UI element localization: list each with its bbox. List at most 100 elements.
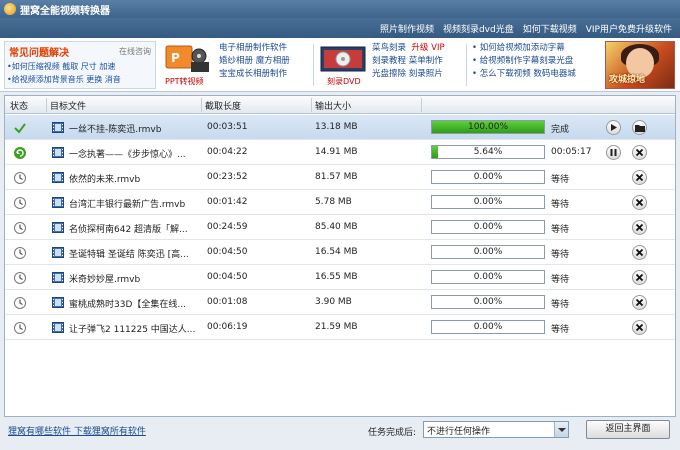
task-progress-bar: 0.00% — [431, 220, 545, 234]
task-progress-bar: 0.00% — [431, 245, 545, 259]
upgrade-vip-link[interactable]: 升级 VIP — [411, 43, 444, 53]
task-state: 等待 — [551, 250, 570, 260]
task-row[interactable]: 米奇妙妙屋.rmvb 00:04:50 16.55 MB 0.00% 等待 — [5, 265, 675, 290]
all-software-link[interactable]: 狸窝有哪些软件 下载狸窝所有软件 — [8, 424, 146, 437]
after-complete-value: 不进行任何操作 — [427, 427, 491, 437]
album-link-baby[interactable]: 宝宝成长相册制作 — [219, 68, 309, 81]
faq-title: 常见问题解决 — [9, 48, 69, 59]
burn-link-erase[interactable]: 光盘擦除 刻录照片 — [372, 68, 462, 81]
task-file-name: 依然的未来.rmvb — [69, 175, 141, 185]
task-file-name: 台湾汇丰银行最新广告.rmvb — [69, 200, 186, 210]
video-file-icon — [52, 172, 64, 183]
header-separator — [201, 98, 202, 112]
menu-download-video[interactable]: 如何下载视频 — [523, 22, 577, 35]
task-file-name: 一念执著——《步步惊心》... — [69, 150, 186, 160]
task-output-size: 21.59 MB — [315, 322, 358, 332]
remove-task-button[interactable] — [632, 295, 647, 310]
menu-photo-video[interactable]: 照片制作视频 — [380, 22, 434, 35]
pause-icon — [609, 148, 618, 157]
game-ad-banner[interactable]: 攻城掠地 — [605, 41, 675, 89]
task-row[interactable]: 圣诞特辑 圣诞结 陈奕迅 [高... 00:04:50 16.54 MB 0.00% 等… — [5, 240, 675, 265]
app-title: 狸窝全能视频转换器 — [20, 5, 110, 17]
howto-link-burn-subtitle[interactable]: • 给视频制作字幕刻录光盘 — [472, 55, 602, 68]
task-row[interactable]: 让子弹飞2 111225 中国达人... 00:06:19 21.59 MB 0.00… — [5, 315, 675, 340]
remove-task-button[interactable] — [632, 145, 647, 160]
task-state: 等待 — [551, 225, 570, 235]
task-file-name: 圣诞特辑 圣诞结 陈奕迅 [高... — [69, 250, 189, 260]
task-progress-bar: 0.00% — [431, 270, 545, 284]
burn-link-tutorial[interactable]: 刻录教程 菜单制作 — [372, 55, 462, 68]
video-file-icon — [52, 297, 64, 308]
header-separator — [421, 98, 422, 112]
album-link-ebook[interactable]: 电子相册制作软件 — [219, 42, 309, 55]
task-row[interactable]: 一丝不挂-陈奕迅.rmvb 00:03:51 13.18 MB 100.00% 完成 — [5, 115, 675, 140]
chevron-down-icon[interactable] — [554, 422, 568, 437]
waiting-clock-icon — [13, 246, 27, 260]
play-button[interactable] — [606, 120, 621, 135]
top-menu: 照片制作视频 视频刻录dvd光盘 如何下载视频 VIP用户免费升级软件 — [0, 18, 680, 38]
task-state: 完成 — [551, 125, 570, 135]
burn-link-beginner[interactable]: 菜鸟刻录 — [372, 43, 406, 53]
waiting-clock-icon — [13, 321, 27, 335]
task-row[interactable]: 依然的未来.rmvb 00:23:52 81.57 MB 0.00% 等待 — [5, 165, 675, 190]
faq-link-compress[interactable]: •如何压缩视频 截取 尺寸 加速 — [7, 61, 157, 72]
video-file-icon — [52, 122, 64, 133]
task-progress-bar: 0.00% — [431, 170, 545, 184]
remove-task-button[interactable] — [632, 195, 647, 210]
after-complete-select[interactable]: 不进行任何操作 — [423, 421, 569, 438]
menu-vip-upgrade[interactable]: VIP用户免费升级软件 — [586, 22, 672, 35]
task-file-name: 让子弹飞2 111225 中国达人... — [69, 325, 196, 335]
burn-links: 菜鸟刻录 升级 VIP 刻录教程 菜单制作 光盘擦除 刻录照片 — [372, 42, 462, 81]
svg-text:P: P — [171, 51, 180, 65]
header-length[interactable]: 截取长度 — [205, 99, 241, 112]
open-folder-button[interactable] — [632, 120, 647, 135]
waiting-clock-icon — [13, 296, 27, 310]
task-clip-length: 00:23:52 — [207, 172, 248, 182]
faq-link-music[interactable]: •给视频添加背景音乐 更换 消音 — [7, 74, 157, 85]
close-icon — [635, 273, 644, 282]
video-file-icon — [52, 147, 64, 158]
faq-panel: 常见问题解决 在线咨询 •如何压缩视频 截取 尺寸 加速 •给视频添加背景音乐 … — [4, 41, 156, 89]
remove-task-button[interactable] — [632, 170, 647, 185]
album-link-wedding[interactable]: 婚纱相册 魔方相册 — [219, 55, 309, 68]
header-status[interactable]: 状态 — [10, 99, 28, 112]
task-row[interactable]: 台湾汇丰银行最新广告.rmvb 00:01:42 5.78 MB 0.00% 等待 — [5, 190, 675, 215]
task-progress-bar: 0.00% — [431, 195, 545, 209]
task-row[interactable]: 一念执著——《步步惊心》... 00:04:22 14.91 MB 5.64% 00:0… — [5, 140, 675, 165]
task-remaining-time: 00:05:17 — [551, 147, 592, 157]
header-size[interactable]: 输出大小 — [315, 99, 351, 112]
done-check-icon — [13, 121, 27, 135]
banner-divider — [313, 44, 314, 86]
folder-icon — [634, 123, 645, 132]
menu-burn-dvd[interactable]: 视频刻录dvd光盘 — [443, 22, 514, 35]
waiting-clock-icon — [13, 171, 27, 185]
progress-percent: 0.00% — [473, 272, 503, 282]
burn-dvd-label[interactable]: 刻录DVD — [327, 76, 361, 87]
task-clip-length: 00:04:50 — [207, 247, 248, 257]
close-icon — [635, 298, 644, 307]
task-clip-length: 00:01:08 — [207, 297, 248, 307]
remove-task-button[interactable] — [632, 245, 647, 260]
howto-link-download[interactable]: • 怎么下载视频 数码电器城 — [472, 68, 602, 81]
task-row[interactable]: 蜜桃成熟时33D【全集在线... 00:01:08 3.90 MB 0.00% 等待 — [5, 290, 675, 315]
pause-button[interactable] — [606, 145, 621, 160]
task-row[interactable]: 名侦探柯南642 超清版「解... 00:24:59 85.40 MB 0.00% 等待 — [5, 215, 675, 240]
ppt-to-video-label[interactable]: PPT转视频 — [165, 76, 204, 87]
header-file[interactable]: 目标文件 — [50, 99, 86, 112]
back-to-main-button[interactable]: 返回主界面 — [586, 420, 670, 439]
task-file-name: 米奇妙妙屋.rmvb — [69, 275, 141, 285]
remove-task-button[interactable] — [632, 270, 647, 285]
howto-link-subtitle[interactable]: • 如何给视频加添动字幕 — [472, 42, 602, 55]
progress-percent: 5.64% — [473, 147, 503, 157]
burn-dvd-icon[interactable] — [320, 44, 366, 74]
table-header: 状态 目标文件 截取长度 输出大小 — [5, 96, 675, 114]
remove-task-button[interactable] — [632, 320, 647, 335]
online-consult-link[interactable]: 在线咨询 — [119, 46, 151, 57]
close-icon — [635, 173, 644, 182]
ppt-to-video-icon[interactable]: P — [165, 44, 211, 74]
task-clip-length: 00:01:42 — [207, 197, 248, 207]
close-icon — [635, 148, 644, 157]
waiting-clock-icon — [13, 271, 27, 285]
waiting-clock-icon — [13, 221, 27, 235]
remove-task-button[interactable] — [632, 220, 647, 235]
